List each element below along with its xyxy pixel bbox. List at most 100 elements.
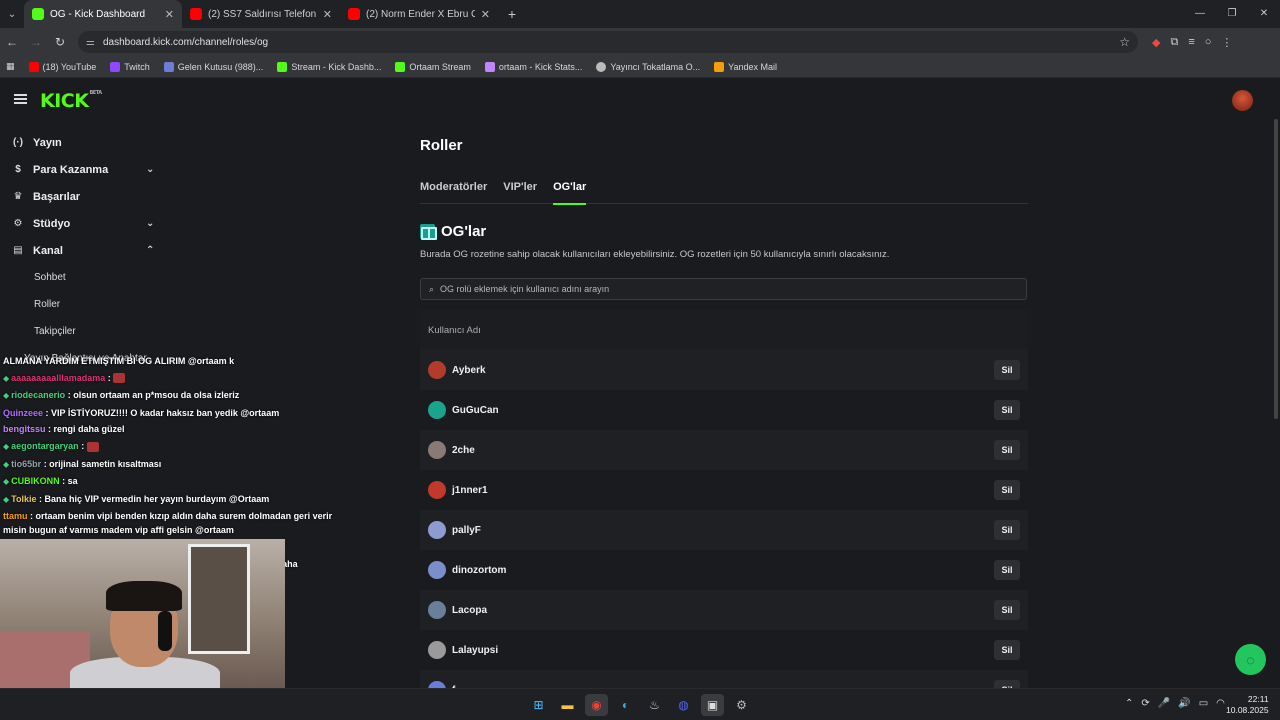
kick-icon xyxy=(395,61,406,72)
tab-moderatorler[interactable]: Moderatörler xyxy=(420,181,487,204)
og-search-input[interactable] xyxy=(440,284,1001,294)
bookmark-tokatlama[interactable]: Yayıncı Tokatlama O... xyxy=(596,61,700,72)
sidebar-item-label: Para Kazanma xyxy=(33,163,109,176)
sidebar-item-kanal[interactable]: ▤ Kanal ⌃ xyxy=(0,237,170,264)
close-icon[interactable]: ✕ xyxy=(481,8,490,21)
taskbar-clock[interactable]: 22:11 10.08.2025 xyxy=(1226,694,1269,716)
address-toolbar: ← → ↻ ⚌ dashboard.kick.com/channel/roles… xyxy=(0,28,1280,56)
youtube-favicon-icon xyxy=(190,8,202,20)
support-chat-button[interactable]: ◌ xyxy=(1235,644,1266,675)
discord-icon[interactable]: ◍ xyxy=(672,694,695,716)
trophy-icon: ♛ xyxy=(13,191,23,202)
username[interactable]: Lacopa xyxy=(452,605,994,616)
edge-icon[interactable]: ◐ xyxy=(614,694,637,716)
kick-logo[interactable]: KICKBETA xyxy=(40,90,102,112)
profile-icon[interactable]: ○ xyxy=(1205,36,1212,48)
url-text: dashboard.kick.com/channel/roles/og xyxy=(102,36,269,48)
username[interactable]: GuGuCan xyxy=(452,405,994,416)
apps-icon[interactable]: ▦ xyxy=(6,61,15,72)
remove-button[interactable]: Sil xyxy=(994,440,1020,460)
close-icon[interactable]: ✕ xyxy=(165,8,174,21)
url-bar[interactable]: ⚌ dashboard.kick.com/channel/roles/og ☆ xyxy=(78,31,1138,53)
sidebar-item-studyo[interactable]: ⚙ Stüdyo ⌄ xyxy=(0,210,170,237)
bookmark-ortaam-stream[interactable]: Ortaam Stream xyxy=(395,61,471,72)
bookmark-youtube[interactable]: (18) YouTube xyxy=(28,61,96,72)
bookmark-inbox[interactable]: Gelen Kutusu (988)... xyxy=(163,61,263,72)
wifi-icon[interactable]: ◠ xyxy=(1216,698,1225,709)
sidebar-item-label: Stüdyo xyxy=(33,217,71,230)
tab-oglar[interactable]: OG'lar xyxy=(553,181,587,205)
settings-icon[interactable]: ⚙ xyxy=(730,694,753,716)
remove-button[interactable]: Sil xyxy=(994,560,1020,580)
menu-icon[interactable]: ⋮ xyxy=(1221,36,1232,49)
new-tab-button[interactable]: + xyxy=(498,6,526,22)
bookmark-kick-stats[interactable]: ortaam - Kick Stats... xyxy=(484,61,582,72)
sidebar-subitem-takipciler[interactable]: Takipçiler xyxy=(0,318,170,345)
remove-button[interactable]: Sil xyxy=(994,480,1020,500)
bookmark-twitch[interactable]: Twitch xyxy=(110,61,150,72)
page-scrollbar[interactable] xyxy=(1274,119,1278,419)
sidebar-item-yayin[interactable]: (·) Yayın xyxy=(0,129,170,156)
reload-icon[interactable]: ↻ xyxy=(48,35,72,49)
headphones xyxy=(158,611,172,651)
puzzle-icon[interactable]: ⧉ xyxy=(1170,36,1178,49)
remove-button[interactable]: Sil xyxy=(994,640,1020,660)
chrome-icon[interactable]: ◉ xyxy=(585,694,608,716)
user-avatar[interactable] xyxy=(1232,90,1253,111)
reading-list-icon[interactable]: ≡ xyxy=(1188,36,1194,48)
chevron-down-icon: ⌄ xyxy=(146,164,155,175)
tab-search-icon[interactable]: ⌄ xyxy=(0,0,24,28)
obs-app-icon[interactable]: ▣ xyxy=(701,694,724,716)
sync-icon[interactable]: ⟳ xyxy=(1141,698,1149,709)
extension-icon[interactable]: ◆ xyxy=(1152,36,1160,49)
close-window-icon[interactable]: ✕ xyxy=(1248,0,1280,28)
user-avatar xyxy=(428,561,446,579)
remove-button[interactable]: Sil xyxy=(994,360,1020,380)
bookmark-label: Twitch xyxy=(124,61,150,72)
site-info-icon[interactable]: ⚌ xyxy=(86,37,95,48)
forward-icon[interactable]: → xyxy=(24,35,48,49)
globe-icon xyxy=(596,61,607,72)
file-explorer-icon[interactable]: ▬ xyxy=(556,694,579,716)
back-icon[interactable]: ← xyxy=(0,35,24,49)
browser-tab-2[interactable]: (2) Norm Ender X Ebru Gündeş ✕ xyxy=(340,0,498,28)
remove-button[interactable]: Sil xyxy=(994,520,1020,540)
user-avatar xyxy=(428,401,446,419)
minimize-icon[interactable]: — xyxy=(1184,0,1216,28)
username[interactable]: dinozortom xyxy=(452,565,994,576)
extensions-area: ◆ ⧉ ≡ ○ ⋮ xyxy=(1152,36,1232,49)
table-row: Lacopa Sil xyxy=(420,590,1028,630)
chat-message: ◆ CUBIKONN : sa xyxy=(0,473,340,491)
monitor-icon[interactable]: ▭ xyxy=(1199,698,1208,709)
chat-text: : rengi daha güzel xyxy=(48,424,125,435)
bookmark-kick-dashboard[interactable]: Stream - Kick Dashb... xyxy=(277,61,381,72)
tab-vipler[interactable]: VIP'ler xyxy=(503,181,537,204)
table-row: Ayberk Sil xyxy=(420,350,1028,390)
username[interactable]: Lalayupsi xyxy=(452,645,994,656)
windows-start-icon[interactable]: ⊞ xyxy=(527,694,550,716)
browser-tab-1[interactable]: (2) SS7 Saldırısı Telefon Hackle ✕ xyxy=(182,0,340,28)
remove-button[interactable]: Sil xyxy=(994,600,1020,620)
badge-icon: ◆ xyxy=(3,441,10,451)
username[interactable]: pallyF xyxy=(452,525,994,536)
microphone-icon[interactable]: 🎤 xyxy=(1158,698,1170,709)
chevron-up-icon[interactable]: ⌃ xyxy=(1125,698,1133,709)
volume-icon[interactable]: 🔊 xyxy=(1178,698,1190,709)
chat-text: ALMANA YARDIM ETMIŞTIM BI OG ALIRIM @ort… xyxy=(3,356,235,366)
bookmark-yandex-mail[interactable]: Yandex Mail xyxy=(714,61,777,72)
steam-icon[interactable]: ♨ xyxy=(643,694,666,716)
close-icon[interactable]: ✕ xyxy=(323,8,332,21)
sidebar-subitem-sohbet[interactable]: Sohbet xyxy=(0,264,170,291)
username[interactable]: j1nner1 xyxy=(452,485,994,496)
sidebar-subitem-roller[interactable]: Roller xyxy=(0,291,170,318)
browser-tab-0[interactable]: OG - Kick Dashboard ✕ xyxy=(24,0,182,28)
username[interactable]: 2che xyxy=(452,445,994,456)
username[interactable]: Ayberk xyxy=(452,365,994,376)
sidebar-item-basarilar[interactable]: ♛ Başarılar xyxy=(0,183,170,210)
bookmark-star-icon[interactable]: ☆ xyxy=(1119,35,1130,49)
chat-message: bengitssu : rengi daha güzel xyxy=(0,421,340,438)
remove-button[interactable]: Sil xyxy=(994,400,1020,420)
sidebar-item-para-kazanma[interactable]: $ Para Kazanma ⌄ xyxy=(0,156,170,183)
hamburger-menu-icon[interactable] xyxy=(14,94,27,104)
maximize-icon[interactable]: ❐ xyxy=(1216,0,1248,28)
